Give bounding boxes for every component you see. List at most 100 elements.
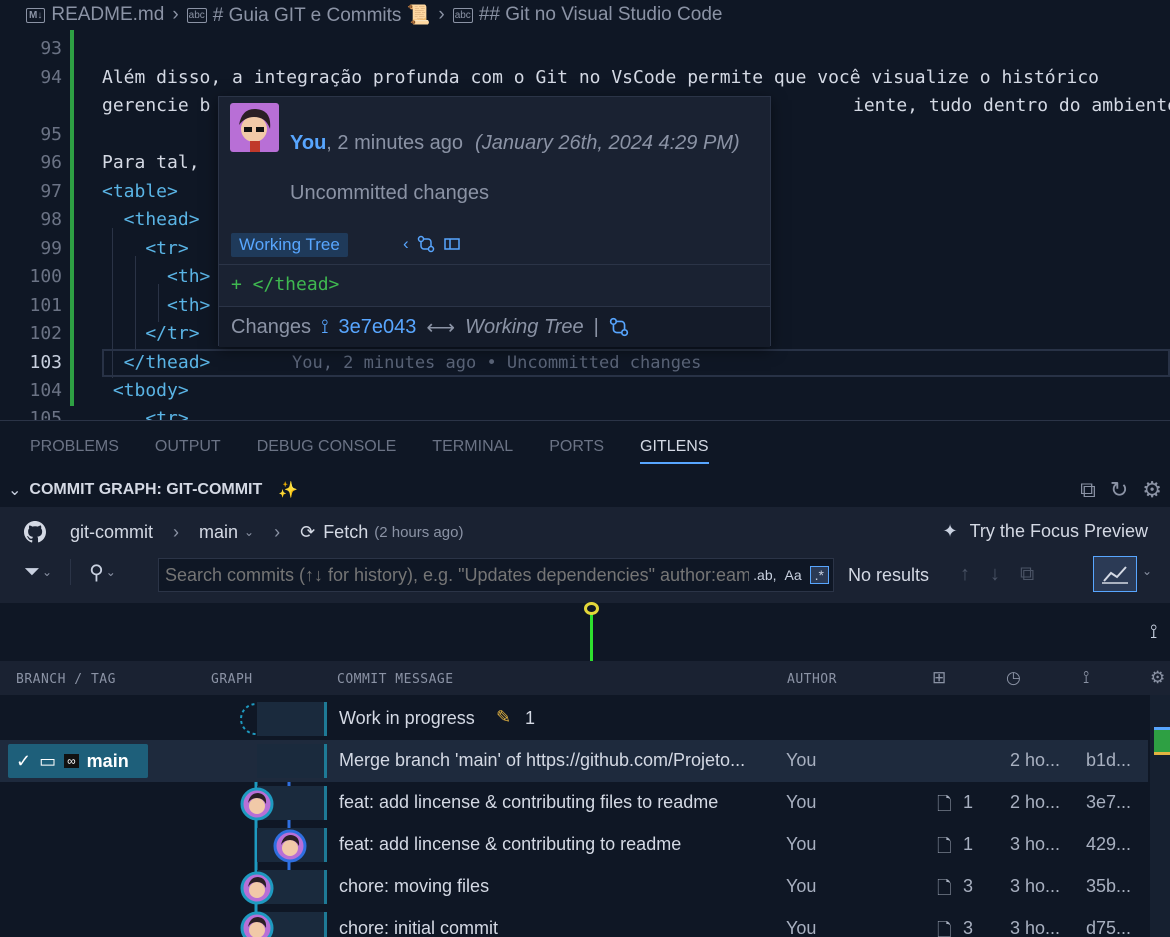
clock-icon[interactable]: ◷ — [1006, 668, 1021, 688]
commit-message: Work in progress — [339, 708, 475, 728]
line-number: 101 — [29, 295, 62, 316]
table-row[interactable]: ✓ ▭ ∞ main Merge branch 'main' of https:… — [0, 740, 1148, 782]
tab-terminal[interactable]: TERMINAL — [432, 432, 513, 462]
chevron-left-icon[interactable]: ‹ — [403, 234, 409, 254]
table-row[interactable]: feat: add lincense & contributing to rea… — [0, 824, 1148, 866]
tab-problems[interactable]: PROBLEMS — [30, 432, 119, 462]
compare-changes-icon[interactable] — [417, 235, 435, 253]
divider — [70, 559, 72, 585]
line-number: 104 — [29, 380, 62, 401]
gear-icon[interactable]: ⚙ — [1150, 668, 1166, 688]
commit-date: 3 ho... — [1010, 834, 1061, 854]
graph-minimap[interactable]: ⟟ — [0, 602, 1170, 661]
working-tree-link[interactable]: Working Tree — [465, 316, 584, 339]
inline-blame: You, 2 minutes ago • Uncommitted changes — [292, 353, 702, 373]
sync-icon: ⟳ — [300, 521, 316, 542]
minimap-head-marker — [584, 602, 599, 615]
branch-tag-main[interactable]: ✓ ▭ ∞ main — [8, 744, 148, 778]
gear-icon[interactable]: ⚙ — [1142, 477, 1162, 503]
match-case-toggle[interactable]: Aa — [785, 567, 802, 583]
commit-icon: ⟟ — [321, 315, 329, 338]
open-panel-icon[interactable] — [443, 235, 461, 253]
search-icon[interactable]: ⚲ — [89, 560, 104, 585]
breadcrumb-file-label: README.md — [51, 4, 165, 25]
column-branch-tag[interactable]: BRANCH / TAG — [16, 672, 116, 687]
commit-message: chore: initial commit — [339, 918, 499, 937]
filter-icon[interactable]: ⏷ — [24, 561, 40, 584]
chevron-down-icon[interactable]: ⌄ — [42, 565, 52, 579]
search-input[interactable] — [165, 564, 750, 586]
tab-debug-console[interactable]: DEBUG CONSOLE — [257, 432, 397, 462]
hover-footer: Changes ⟟ 3e7e043 ⟷ Working Tree | — [219, 307, 770, 347]
table-row[interactable]: chore: moving files You 🗋 3 3 ho... 35b.… — [0, 866, 1148, 908]
commit-date: 2 ho... — [1010, 792, 1061, 812]
line-number: 93 — [40, 38, 62, 59]
breadcrumb-h1[interactable]: abc # Guia GIT e Commits 📜 — [186, 3, 430, 27]
code-line: </tr> — [102, 323, 200, 344]
graph-scrollbar[interactable] — [1150, 695, 1170, 937]
regex-toggle[interactable]: .* — [809, 566, 829, 584]
repo-selector[interactable]: git-commit — [70, 522, 153, 543]
chevron-right-icon: › — [172, 4, 179, 25]
table-row[interactable]: feat: add lincense & contributing files … — [0, 782, 1148, 824]
branch-selector[interactable]: main — [199, 522, 238, 543]
github-avatar-icon: ∞ — [64, 754, 79, 768]
code-line: <tr> — [102, 408, 189, 420]
wip-row[interactable]: Work in progress ✎ 1 — [0, 698, 1148, 740]
code-line: Para tal, — [102, 152, 200, 173]
arrow-down-icon[interactable]: ↓ — [990, 563, 1000, 586]
files-changed: 1 — [963, 792, 974, 812]
commit-sha: 429... — [1086, 834, 1132, 854]
code-line: <table> — [102, 181, 178, 202]
graph-column-headers: BRANCH / TAG GRAPH COMMIT MESSAGE AUTHOR… — [0, 661, 1170, 695]
breadcrumb-h2[interactable]: abc ## Git no Visual Studio Code — [452, 4, 722, 26]
chevron-down-icon[interactable]: ⌄ — [8, 480, 21, 500]
files-changed: 3 — [963, 876, 974, 896]
commit-date: 2 ho... — [1010, 750, 1061, 770]
fetch-button[interactable]: Fetch — [323, 522, 368, 543]
column-author[interactable]: AUTHOR — [787, 672, 837, 687]
search-nav: ↑ ↓ ⧉ — [960, 563, 1034, 586]
compare-changes-icon[interactable] — [609, 317, 629, 337]
focus-preview-link[interactable]: ✦ Try the Focus Preview — [943, 521, 1148, 542]
commit-message: feat: add lincense & contributing to rea… — [339, 834, 682, 854]
arrow-up-icon[interactable]: ↑ — [960, 563, 970, 586]
tab-output[interactable]: OUTPUT — [155, 432, 221, 462]
string-icon: abc — [186, 7, 207, 23]
open-in-editor-icon[interactable]: ⧉ — [1080, 477, 1096, 503]
commit-author: You — [786, 750, 817, 770]
column-graph[interactable]: GRAPH — [211, 672, 253, 687]
breadcrumb-file[interactable]: M↓ README.md — [26, 4, 164, 26]
divider — [219, 264, 770, 265]
chevron-down-icon[interactable]: ⌄ — [1142, 564, 1152, 578]
commit-sha-link[interactable]: 3e7e043 — [339, 316, 417, 339]
files-changed: 3 — [963, 918, 974, 937]
match-whole-word-toggle[interactable]: .ab, — [753, 567, 776, 583]
chevron-down-icon[interactable]: ⌄ — [106, 565, 116, 579]
open-in-view-icon[interactable]: ⧉ — [1020, 563, 1034, 586]
file-changes-column-icon[interactable]: ⊞ — [932, 668, 947, 688]
code-line: Além disso, a integração profunda com o … — [102, 67, 1099, 88]
search-commits-field[interactable]: .ab, Aa .* — [158, 558, 834, 592]
view-actions: ⧉ ↻ ⚙ — [1080, 477, 1162, 503]
minimap-toggle-button[interactable] — [1093, 556, 1137, 592]
commit-sha: d75... — [1086, 918, 1132, 937]
commit-date: 3 ho... — [1010, 876, 1061, 896]
pencil-icon: ✎ — [496, 707, 512, 727]
table-row[interactable]: chore: initial commit You 🗋 3 3 ho... d7… — [0, 908, 1148, 937]
commit-icon: ⟟ — [1150, 621, 1158, 643]
sparkle-icon[interactable]: ✨ — [278, 480, 298, 500]
column-commit-message[interactable]: COMMIT MESSAGE — [337, 672, 454, 687]
commit-icon[interactable]: ⟟ — [1083, 668, 1090, 688]
tab-ports[interactable]: PORTS — [549, 432, 604, 462]
refresh-icon[interactable]: ↻ — [1110, 477, 1128, 503]
file-icon: 🗋 — [937, 836, 952, 856]
line-number: 105 — [29, 408, 62, 420]
commit-author: You — [786, 876, 817, 896]
working-tree-badge[interactable]: Working Tree — [231, 233, 348, 257]
tab-gitlens[interactable]: GITLENS — [640, 432, 709, 464]
search-results-count: No results — [848, 565, 930, 585]
view-header[interactable]: ⌄ COMMIT GRAPH: GIT-COMMIT ✨ ⧉ ↻ ⚙ — [0, 473, 1170, 507]
commit-message: Merge branch 'main' of https://github.co… — [339, 750, 746, 770]
line-number: 99 — [40, 238, 62, 259]
